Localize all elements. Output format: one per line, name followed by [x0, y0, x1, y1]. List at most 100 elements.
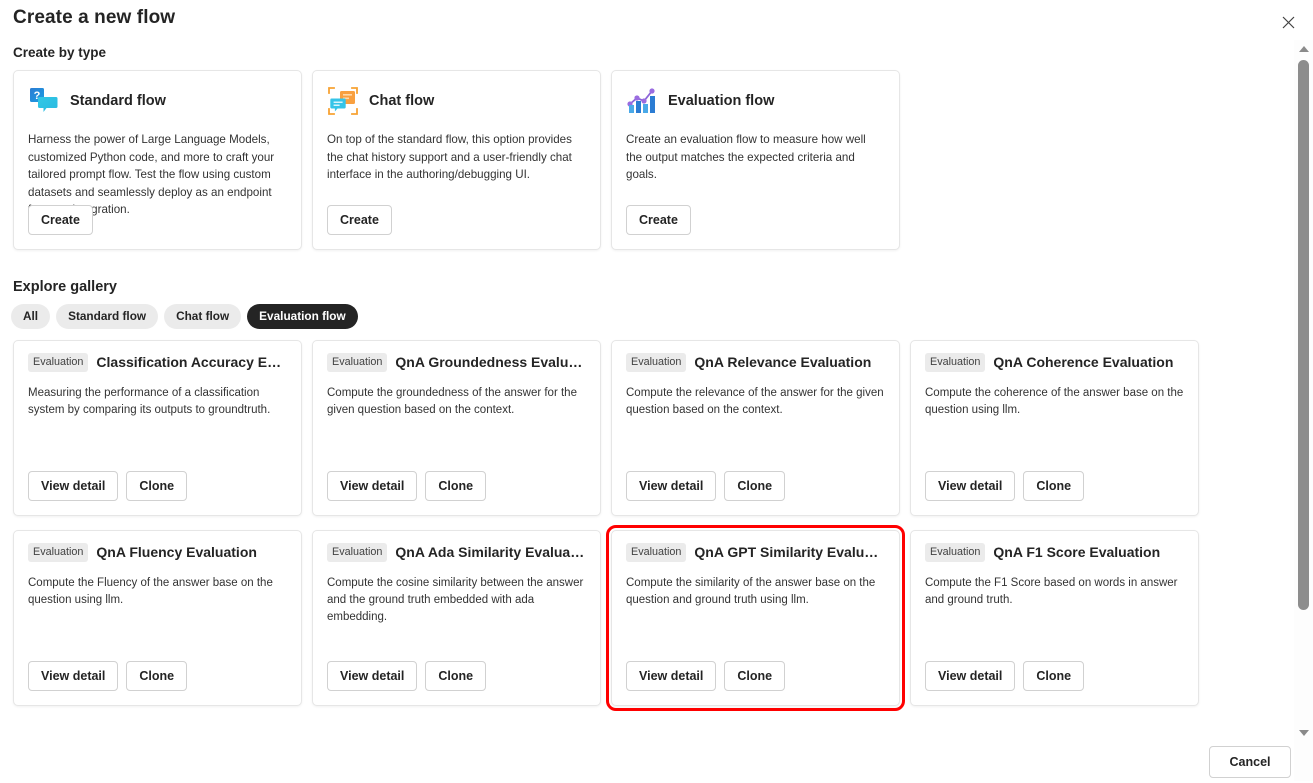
gallery-card[interactable]: Evaluation QnA GPT Similarity Evaluation C…	[606, 525, 905, 711]
status-badge: Evaluation	[626, 353, 687, 372]
gallery-card-header: Evaluation QnA Relevance Evaluation	[626, 353, 885, 372]
view-detail-button[interactable]: View detail	[28, 470, 119, 501]
view-detail-button[interactable]: View detail	[327, 470, 418, 501]
gallery-grid: Evaluation Classification Accuracy Evalu.…	[13, 340, 1218, 720]
gallery-filter-evaluation-flow[interactable]: Evaluation flow	[247, 304, 358, 330]
scrollbar-thumb[interactable]	[1298, 60, 1309, 610]
gallery-card-description: Compute the Fluency of the answer base o…	[28, 576, 273, 606]
gallery-card-actions: View detail Clone	[327, 470, 487, 501]
gallery-card-description: Compute the coherence of the answer base…	[925, 386, 1184, 416]
clone-button[interactable]: Clone	[1023, 660, 1085, 691]
type-card-description: On top of the standard flow, this option…	[327, 133, 572, 182]
clone-button[interactable]: Clone	[724, 660, 786, 691]
gallery-row: Evaluation QnA Fluency Evaluation Compute …	[13, 525, 1218, 711]
bar-chart-line-icon	[626, 86, 658, 116]
chat-bubbles-icon	[327, 86, 359, 116]
gallery-card-header: Evaluation Classification Accuracy Evalu.…	[28, 353, 287, 372]
type-card-standard-flow[interactable]: ? Standard flow Harness the power of Lar…	[13, 70, 302, 250]
view-detail-button[interactable]: View detail	[925, 470, 1016, 501]
chevron-down-icon	[1298, 729, 1309, 736]
status-badge: Evaluation	[327, 353, 388, 372]
page-title: Create a new flow	[13, 7, 176, 28]
status-badge: Evaluation	[28, 543, 89, 562]
type-card-header: Chat flow	[327, 83, 586, 119]
type-card-evaluation-flow[interactable]: Evaluation flow Create an evaluation flo…	[611, 70, 900, 250]
gallery-card-title: QnA Groundedness Evaluation	[395, 354, 586, 371]
create-evaluation-flow-button[interactable]: Create	[626, 204, 691, 235]
close-icon	[1282, 16, 1295, 29]
gallery-card-description: Measuring the performance of a classific…	[28, 386, 271, 416]
clone-button[interactable]: Clone	[1023, 470, 1085, 501]
type-card-row: ? Standard flow Harness the power of Lar…	[13, 70, 900, 250]
gallery-card-title: QnA Fluency Evaluation	[96, 544, 257, 561]
scroll-down-button[interactable]	[1294, 724, 1313, 741]
gallery-card[interactable]: Evaluation QnA Relevance Evaluation Comput…	[611, 340, 900, 516]
view-detail-button[interactable]: View detail	[925, 660, 1016, 691]
clone-button[interactable]: Clone	[425, 660, 487, 691]
clone-button[interactable]: Clone	[126, 660, 188, 691]
gallery-card-header: Evaluation QnA Fluency Evaluation	[28, 543, 287, 562]
dialog-footer: Cancel	[0, 740, 1313, 783]
scroll-up-button[interactable]	[1294, 40, 1313, 57]
gallery-card-actions: View detail Clone	[925, 660, 1085, 691]
gallery-card-title: QnA F1 Score Evaluation	[993, 544, 1161, 561]
type-card-title: Evaluation flow	[668, 93, 775, 109]
gallery-card[interactable]: Evaluation QnA Groundedness Evaluation Com…	[312, 340, 601, 516]
create-chat-flow-button[interactable]: Create	[327, 204, 392, 235]
status-badge: Evaluation	[925, 543, 986, 562]
gallery-card-header: Evaluation QnA Groundedness Evaluation	[327, 353, 586, 372]
gallery-filter-standard-flow[interactable]: Standard flow	[56, 304, 159, 330]
gallery-card-title: QnA GPT Similarity Evaluation	[694, 544, 885, 561]
gallery-card[interactable]: Evaluation QnA Fluency Evaluation Compute …	[13, 530, 302, 706]
gallery-card-title: Classification Accuracy Evalu...	[96, 354, 287, 371]
gallery-card-description: Compute the relevance of the answer for …	[626, 386, 884, 416]
gallery-filter-group: All Standard flow Chat flow Evaluation flow	[11, 304, 358, 330]
gallery-card[interactable]: Evaluation QnA Coherence Evaluation Comput…	[910, 340, 1199, 516]
type-card-title: Standard flow	[70, 93, 166, 109]
clone-button[interactable]: Clone	[425, 470, 487, 501]
type-card-title: Chat flow	[369, 93, 435, 109]
gallery-card-description: Compute the F1 Score based on words in a…	[925, 576, 1178, 606]
status-badge: Evaluation	[28, 353, 89, 372]
gallery-card[interactable]: Evaluation QnA F1 Score Evaluation Compute…	[910, 530, 1199, 706]
question-speech-bubble-icon: ?	[28, 86, 60, 116]
create-by-type-label: Create by type	[13, 45, 107, 60]
vertical-scrollbar[interactable]	[1294, 40, 1313, 781]
gallery-card-actions: View detail Clone	[28, 660, 188, 691]
create-standard-flow-button[interactable]: Create	[28, 204, 93, 235]
cancel-button[interactable]: Cancel	[1209, 746, 1291, 779]
type-card-chat-flow[interactable]: Chat flow On top of the standard flow, t…	[312, 70, 601, 250]
chevron-up-icon	[1298, 45, 1309, 52]
status-badge: Evaluation	[925, 353, 986, 372]
gallery-card-title: QnA Ada Similarity Evaluation	[395, 544, 586, 561]
gallery-card[interactable]: Evaluation QnA Ada Similarity Evaluation C…	[312, 530, 601, 706]
explore-gallery-label: Explore gallery	[13, 279, 117, 295]
type-card-header: Evaluation flow	[626, 83, 885, 119]
gallery-card-description: Compute the similarity of the answer bas…	[626, 576, 876, 606]
view-detail-button[interactable]: View detail	[626, 660, 717, 691]
gallery-filter-chat-flow[interactable]: Chat flow	[164, 304, 242, 330]
create-new-flow-dialog: Create a new flow Create by type ? Stand…	[0, 0, 1313, 783]
status-badge: Evaluation	[626, 543, 687, 562]
gallery-card-title: QnA Coherence Evaluation	[993, 354, 1174, 371]
clone-button[interactable]: Clone	[126, 470, 188, 501]
clone-button[interactable]: Clone	[724, 470, 786, 501]
gallery-card-actions: View detail Clone	[327, 660, 487, 691]
gallery-card-description: Compute the groundedness of the answer f…	[327, 386, 577, 416]
view-detail-button[interactable]: View detail	[626, 470, 717, 501]
close-button[interactable]	[1274, 8, 1302, 36]
gallery-row: Evaluation Classification Accuracy Evalu.…	[13, 340, 1218, 516]
gallery-card-actions: View detail Clone	[925, 470, 1085, 501]
gallery-card-header: Evaluation QnA Coherence Evaluation	[925, 353, 1184, 372]
type-card-description: Create an evaluation flow to measure how…	[626, 133, 866, 182]
gallery-card-actions: View detail Clone	[28, 470, 188, 501]
gallery-card-description: Compute the cosine similarity between th…	[327, 576, 584, 624]
gallery-card[interactable]: Evaluation Classification Accuracy Evalu.…	[13, 340, 302, 516]
view-detail-button[interactable]: View detail	[28, 660, 119, 691]
view-detail-button[interactable]: View detail	[327, 660, 418, 691]
status-badge: Evaluation	[327, 543, 388, 562]
gallery-card-actions: View detail Clone	[626, 470, 786, 501]
gallery-card-header: Evaluation QnA GPT Similarity Evaluation	[626, 543, 885, 562]
gallery-filter-all[interactable]: All	[11, 304, 51, 330]
gallery-card-actions: View detail Clone	[626, 660, 786, 691]
